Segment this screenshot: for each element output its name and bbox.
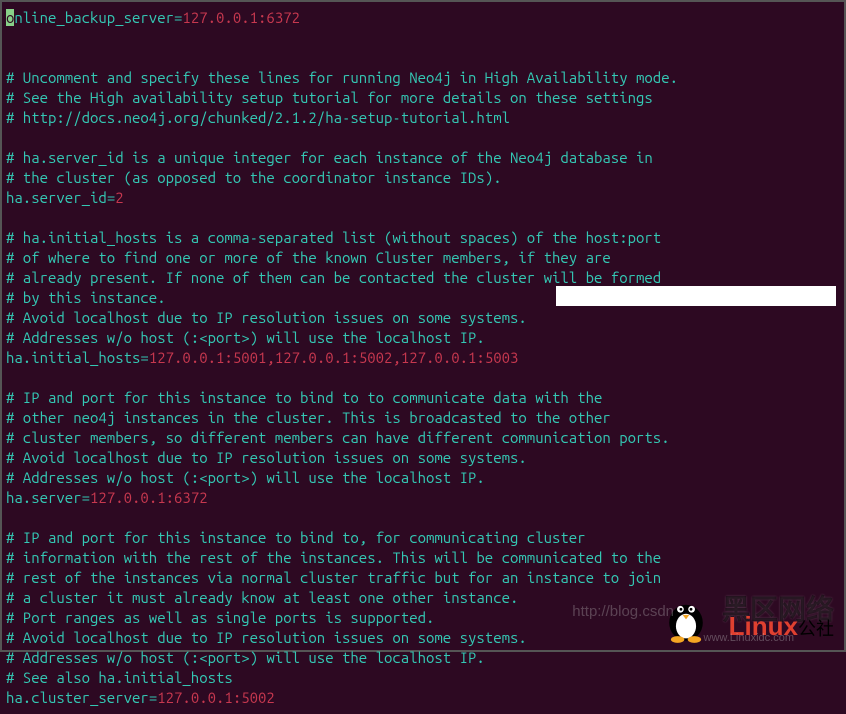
comment-text: # See also ha.initial_hosts [6,669,233,686]
comment-text: # See the High availability setup tutori… [6,89,653,106]
equals-sign: = [149,689,157,706]
config-line: # Addresses w/o host (:<port>) will use … [6,468,840,488]
config-line [6,368,840,388]
comment-text: # by this instance. [6,289,166,306]
config-line: ha.cluster_server=127.0.0.1:5002 [6,688,840,708]
config-line: # cluster members, so different members … [6,428,840,448]
config-value: 127.0.0.1:6372 [90,489,208,506]
config-line [6,508,840,528]
config-line: ha.server=127.0.0.1:6372 [6,488,840,508]
config-key: ha.cluster_server [6,689,149,706]
equals-sign: = [82,489,90,506]
config-line: ha.server_id=2 [6,188,840,208]
comment-text: # IP and port for this instance to bind … [6,389,602,406]
config-line: # Addresses w/o host (:<port>) will use … [6,648,840,668]
comment-text: # other neo4j instances in the cluster. … [6,409,611,426]
config-line [6,48,840,68]
config-value: 127.0.0.1:6372 [182,9,300,26]
config-line: # IP and port for this instance to bind … [6,388,840,408]
config-value: 2 [115,189,123,206]
config-line: # Port ranges as well as single ports is… [6,608,840,628]
equals-sign: = [107,189,115,206]
comment-text: # Uncomment and specify these lines for … [6,69,678,86]
config-line: # Avoid localhost due to IP resolution i… [6,308,840,328]
equals-sign: = [140,349,148,366]
config-line: # of where to find one or more of the kn… [6,248,840,268]
comment-text: # Addresses w/o host (:<port>) will use … [6,329,485,346]
comment-text: # ha.initial_hosts is a comma-separated … [6,229,661,246]
config-value: 127.0.0.1:5002 [157,689,275,706]
comment-text: # Avoid localhost due to IP resolution i… [6,449,527,466]
comment-text: # information with the rest of the insta… [6,549,661,566]
config-line: # Addresses w/o host (:<port>) will use … [6,328,840,348]
comment-text: # Avoid localhost due to IP resolution i… [6,309,527,326]
comment-text: # Addresses w/o host (:<port>) will use … [6,469,485,486]
config-line: # the cluster (as opposed to the coordin… [6,168,840,188]
config-line: # rest of the instances via normal clust… [6,568,840,588]
terminal-editor[interactable]: online_backup_server=127.0.0.1:6372 # Un… [2,2,844,714]
config-line: # already present. If none of them can b… [6,268,840,288]
comment-text: # cluster members, so different members … [6,429,670,446]
comment-text: # rest of the instances via normal clust… [6,569,661,586]
config-line: # a cluster it must already know at leas… [6,588,840,608]
comment-text: # ha.server_id is a unique integer for e… [6,149,653,166]
comment-text: # IP and port for this instance to bind … [6,529,586,546]
redaction-box [556,286,836,306]
config-line [6,208,840,228]
config-key: ha.server_id [6,189,107,206]
config-key: ha.server [6,489,82,506]
config-line: # other neo4j instances in the cluster. … [6,408,840,428]
comment-text: # Avoid localhost due to IP resolution i… [6,629,527,646]
comment-text: # of where to find one or more of the kn… [6,249,611,266]
comment-text: # Port ranges as well as single ports is… [6,609,434,626]
config-line: online_backup_server=127.0.0.1:6372 [6,8,840,28]
comment-text: # the cluster (as opposed to the coordin… [6,169,502,186]
config-value: 127.0.0.1:5001,127.0.0.1:5002,127.0.0.1:… [149,349,519,366]
comment-text: # a cluster it must already know at leas… [6,589,518,606]
config-line: # information with the rest of the insta… [6,548,840,568]
config-line: # http://docs.neo4j.org/chunked/2.1.2/ha… [6,108,840,128]
config-key: nline_backup_server [14,9,174,26]
config-line: ha.initial_hosts=127.0.0.1:5001,127.0.0.… [6,348,840,368]
config-line: # Avoid localhost due to IP resolution i… [6,448,840,468]
config-line: # IP and port for this instance to bind … [6,528,840,548]
config-line: # See the High availability setup tutori… [6,88,840,108]
config-line: # See also ha.initial_hosts [6,668,840,688]
watermark-brand-url: www.Linuxidc.com [704,631,794,646]
config-key: ha.initial_hosts [6,349,140,366]
watermark-url: http://blog.csdn [572,602,674,622]
config-line: # ha.initial_hosts is a comma-separated … [6,228,840,248]
comment-text: # http://docs.neo4j.org/chunked/2.1.2/ha… [6,109,510,126]
comment-text: # already present. If none of them can b… [6,269,661,286]
config-line [6,128,840,148]
config-line: # Uncomment and specify these lines for … [6,68,840,88]
config-line [6,28,840,48]
watermark-brand-sub: 公社 [798,619,834,639]
config-line: # ha.server_id is a unique integer for e… [6,148,840,168]
